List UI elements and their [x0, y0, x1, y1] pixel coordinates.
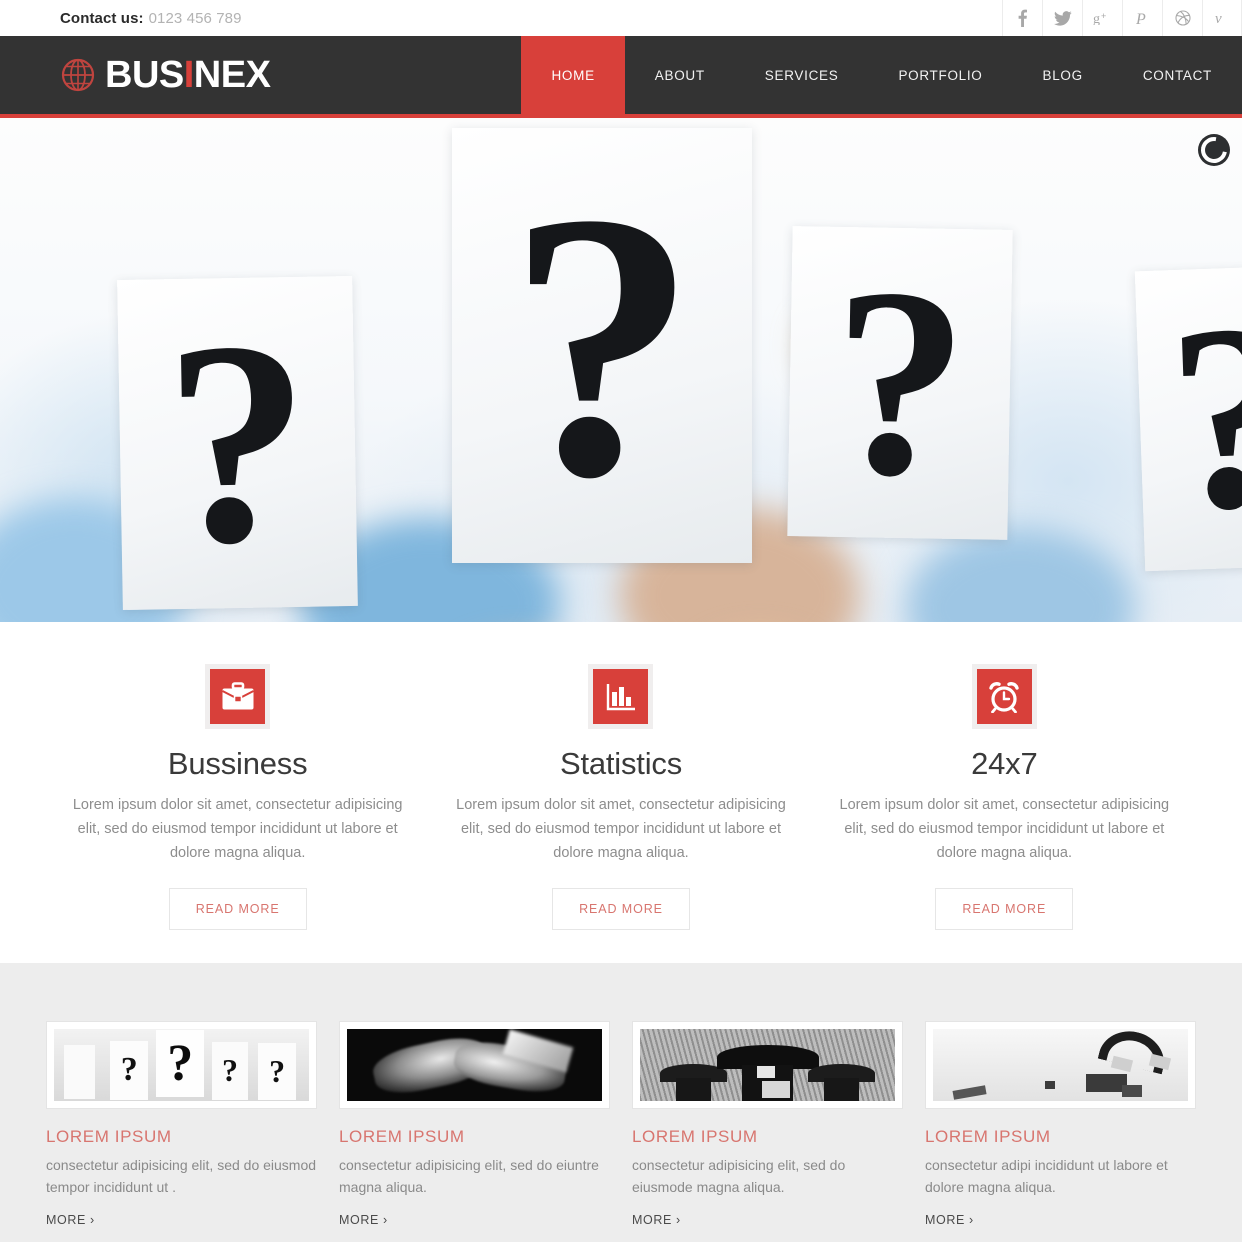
hero-card-2: ? — [452, 128, 752, 563]
logo-text-part2: NEX — [193, 54, 271, 96]
logo-text-part1: BUS — [105, 54, 184, 96]
svg-text:P: P — [1136, 11, 1146, 27]
globe-icon — [60, 57, 96, 93]
feature-title[interactable]: LOREM IPSUM — [339, 1127, 610, 1147]
nav-item-contact[interactable]: CONTACT — [1113, 36, 1242, 114]
service-title: Bussiness — [167, 746, 308, 781]
feature-card: ? ? ? ? LOREM IPSUM consectetur adipisic… — [46, 1021, 317, 1242]
service-title: Statistics — [559, 746, 682, 781]
hero-card-1: ? — [117, 275, 358, 611]
read-more-button[interactable]: READ MORE — [935, 887, 1074, 930]
services-section: Bussiness Lorem ipsum dolor sit amet, co… — [0, 622, 1242, 963]
more-link[interactable]: MORE › — [632, 1213, 681, 1227]
feature-card: LOREM IPSUM consectetur adipisicing elit… — [632, 1021, 903, 1242]
service-card-24x7: 24x7 Lorem ipsum dolor sit amet, consect… — [813, 664, 1196, 963]
social-links: g + P v — [1002, 0, 1242, 36]
feature-title[interactable]: LOREM IPSUM — [632, 1127, 903, 1147]
google-plus-icon[interactable]: g + — [1082, 0, 1122, 36]
pinterest-icon[interactable]: P — [1122, 0, 1162, 36]
features-grid-section: ? ? ? ? LOREM IPSUM consectetur adipisic… — [0, 963, 1242, 1242]
feature-thumbnail[interactable]: ? ? ? ? — [46, 1021, 317, 1109]
feature-thumbnail[interactable] — [632, 1021, 903, 1109]
hero-card-3: ? — [787, 226, 1013, 540]
question-mark-glyph: ? — [162, 280, 313, 605]
feature-thumbnail[interactable] — [925, 1021, 1196, 1109]
question-mark-glyph: ? — [1163, 269, 1242, 567]
feature-description: consectetur adipisicing elit, sed do eiu… — [46, 1157, 317, 1196]
service-card-statistics: Statistics Lorem ipsum dolor sit amet, c… — [429, 664, 812, 963]
contact-phone[interactable]: 0123 456 789 — [149, 10, 242, 27]
bar-chart-icon — [588, 664, 654, 729]
briefcase-icon — [205, 664, 271, 729]
site-logo[interactable]: BUSINEX — [0, 36, 271, 114]
feature-title[interactable]: LOREM IPSUM — [925, 1127, 1196, 1147]
feature-title[interactable]: LOREM IPSUM — [46, 1127, 317, 1147]
logo-text: BUSINEX — [105, 54, 271, 96]
more-link[interactable]: MORE › — [925, 1213, 974, 1227]
site-header: BUSINEX HOME ABOUT SERVICES PORTFOLIO BL… — [0, 36, 1242, 118]
service-description: Lorem ipsum dolor sit amet, consectetur … — [72, 797, 403, 861]
service-card-bussiness: Bussiness Lorem ipsum dolor sit amet, co… — [46, 664, 429, 963]
feature-card: LOREM IPSUM consectetur adipi incididunt… — [925, 1021, 1196, 1242]
more-link[interactable]: MORE › — [46, 1213, 95, 1227]
twitter-icon[interactable] — [1042, 0, 1082, 36]
svg-text:g: g — [1093, 12, 1100, 25]
read-more-button[interactable]: READ MORE — [552, 887, 690, 930]
dribbble-icon[interactable] — [1162, 0, 1202, 36]
nav-item-blog[interactable]: BLOG — [1013, 36, 1113, 114]
feature-description: consectetur adipisicing elit, sed do eiu… — [632, 1157, 846, 1196]
contact-info: Contact us: 0123 456 789 — [0, 10, 242, 27]
question-mark-glyph: ? — [829, 232, 971, 534]
vimeo-icon[interactable]: v — [1202, 0, 1242, 36]
question-marks-thumbnail: ? ? ? ? — [54, 1029, 309, 1101]
service-title: 24x7 — [971, 746, 1038, 781]
hero-card-4: ? — [1134, 264, 1242, 572]
svg-text:v: v — [1215, 11, 1222, 26]
contact-label: Contact us: — [60, 9, 144, 27]
service-description: Lorem ipsum dolor sit amet, consectetur … — [456, 797, 786, 861]
logo-text-accent: I — [183, 54, 195, 96]
more-link[interactable]: MORE › — [339, 1213, 388, 1227]
magnet-thumbnail — [933, 1029, 1188, 1101]
feature-card: LOREM IPSUM consectetur adipisicing elit… — [339, 1021, 610, 1242]
nav-item-home[interactable]: HOME — [521, 36, 625, 114]
nav-item-portfolio[interactable]: PORTFOLIO — [868, 36, 1012, 114]
alarm-clock-icon — [971, 664, 1037, 729]
service-description: Lorem ipsum dolor sit amet, consectetur … — [839, 797, 1170, 861]
handshake-thumbnail — [347, 1029, 602, 1101]
svg-text:+: + — [1101, 11, 1106, 21]
nav-item-services[interactable]: SERVICES — [735, 36, 869, 114]
question-mark-glyph: ? — [507, 134, 697, 556]
main-navigation: HOME ABOUT SERVICES PORTFOLIO BLOG CONTA… — [521, 36, 1242, 114]
top-bar: Contact us: 0123 456 789 g + P v — [0, 0, 1242, 36]
umbrella-businessmen-thumbnail — [640, 1029, 895, 1101]
feature-description: consectetur adipisicing elit, sed do eiu… — [339, 1157, 599, 1196]
read-more-button[interactable]: READ MORE — [168, 887, 307, 930]
feature-description: consectetur adipi incididunt ut labore e… — [925, 1157, 1168, 1196]
hero-slider[interactable]: ? ? ? ? — [0, 118, 1242, 622]
loading-spinner-icon — [1198, 134, 1230, 166]
feature-thumbnail[interactable] — [339, 1021, 610, 1109]
facebook-icon[interactable] — [1002, 0, 1042, 36]
nav-item-about[interactable]: ABOUT — [625, 36, 735, 114]
